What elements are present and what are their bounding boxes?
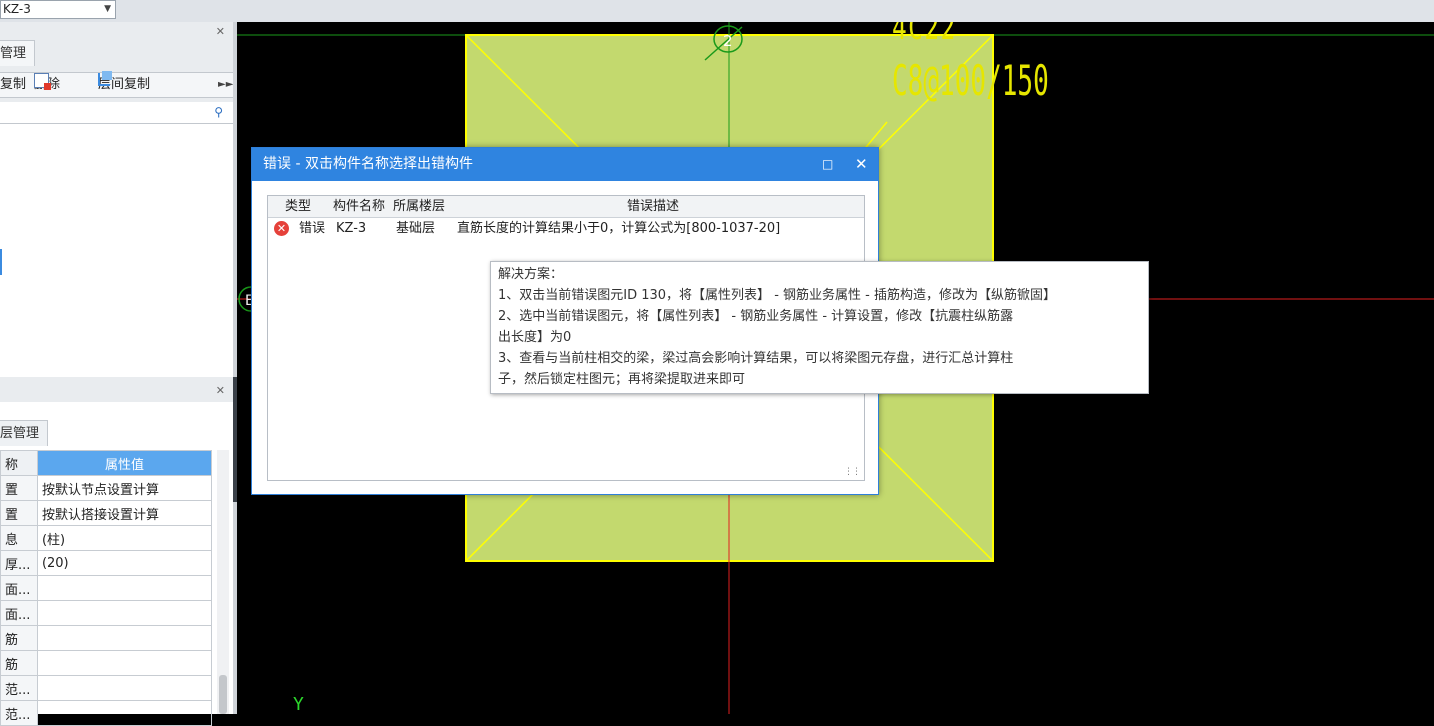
column-header-value: 属性值 — [36, 450, 213, 476]
rebar-top-text: 4C22 — [892, 22, 957, 48]
grid-header: 类型 构件名称 所属楼层 错误描述 — [268, 196, 864, 218]
tooltip-line: 出长度】为0 — [498, 330, 572, 345]
component-toolbar: 复制 删除 层间复制 ►► — [0, 71, 233, 98]
top-toolbar: KZ-3 ▼ — [0, 0, 1434, 23]
property-name: 息 — [0, 525, 38, 551]
table-row[interactable]: 筋 — [0, 650, 213, 676]
close-icon[interactable]: ✕ — [216, 25, 225, 38]
property-name: 范... — [0, 675, 38, 701]
search-icon[interactable]: ⚲ — [214, 105, 223, 119]
property-value[interactable] — [36, 625, 213, 651]
tooltip-line: 1、双击当前错误图元ID 130，将【属性列表】 - 钢筋业务属性 - 插筋构造… — [498, 288, 1056, 303]
property-value[interactable]: 按默认搭接设置计算 — [36, 500, 213, 526]
component-search-input[interactable]: ⚲ — [0, 102, 233, 124]
scrollbar-thumb[interactable] — [219, 675, 227, 714]
copy-label: 复制 — [0, 77, 27, 92]
property-value[interactable]: 按默认节点设置计算 — [36, 475, 213, 501]
tooltip-line: 2、选中当前错误图元，将【属性列表】 - 钢筋业务属性 - 计算设置，修改【抗震… — [498, 309, 1014, 324]
properties-table: 称 属性值 置按默认节点设置计算置按默认搭接设置计算息 (柱) 厚... (20) 面.… — [0, 450, 213, 726]
dialog-title: 错误 - 双击构件名称选择出错构件 — [263, 156, 473, 172]
maximize-icon[interactable]: □ — [822, 148, 833, 181]
tooltip-heading: 解决方案： — [498, 267, 564, 282]
rebar-stirrup-text: C8@100/150 — [892, 56, 1049, 105]
property-name: 筋 — [0, 650, 38, 676]
property-name: 筋 — [0, 625, 38, 651]
resize-grip-icon[interactable]: ⋮⋮ — [844, 467, 861, 477]
component-list[interactable] — [0, 124, 233, 377]
table-row[interactable]: 厚... (20) — [0, 550, 213, 576]
table-header: 称 属性值 — [0, 450, 213, 476]
property-name: 置 — [0, 475, 38, 501]
tab-layer-management[interactable]: 层管理 — [0, 420, 49, 446]
property-name: 面... — [0, 575, 38, 601]
copy-button[interactable]: 复制 — [0, 73, 26, 97]
property-value[interactable] — [36, 600, 213, 626]
tooltip-line: 子，然后锁定柱图元；再将梁提取进来即可 — [498, 372, 746, 387]
property-value[interactable] — [36, 650, 213, 676]
tab-label: 管理 — [0, 46, 27, 61]
component-select[interactable]: KZ-3 ▼ — [0, 0, 116, 19]
close-icon[interactable]: ✕ — [855, 148, 868, 181]
property-value[interactable] — [36, 700, 213, 726]
axis-y-label: Y — [293, 694, 304, 714]
list-selection-marker — [0, 249, 2, 275]
axis-bubble-label: 2 — [723, 32, 733, 50]
property-value[interactable]: (柱) — [36, 525, 213, 551]
delete-button[interactable]: 删除 — [34, 73, 60, 97]
table-row[interactable]: 置按默认搭接设置计算 — [0, 500, 213, 526]
chevron-down-icon[interactable]: ▼ — [104, 1, 111, 18]
property-name: 厚... — [0, 550, 38, 576]
col-type[interactable]: 类型 — [285, 196, 311, 217]
error-component: KZ-3 — [336, 221, 367, 236]
tab-component-management[interactable]: 管理 — [0, 40, 36, 66]
left-panels: ✕ 管理 复制 删除 层间复制 ►► ⚲ ✕ 层管理 称 属性值 置按默认节点设… — [0, 22, 233, 726]
properties-panel: 层管理 称 属性值 置按默认节点设置计算置按默认搭接设置计算息 (柱) 厚... (2… — [0, 402, 233, 726]
floor-copy-icon — [98, 71, 112, 86]
table-row[interactable]: 面... — [0, 600, 213, 626]
error-row[interactable]: ✕ 错误 KZ-3 基础层 直筋长度的计算结果小于0，计算公式为[800-103… — [268, 219, 864, 239]
table-row[interactable]: 范... — [0, 675, 213, 701]
property-value[interactable] — [36, 575, 213, 601]
property-value[interactable]: (20) — [36, 550, 213, 576]
column-header-name: 称 — [0, 450, 38, 476]
property-value[interactable] — [36, 675, 213, 701]
tab-label: 层管理 — [0, 426, 40, 441]
dialog-titlebar[interactable]: 错误 - 双击构件名称选择出错构件 — [252, 148, 878, 181]
table-row[interactable]: 息 (柱) — [0, 525, 213, 551]
table-row[interactable]: 置按默认节点设置计算 — [0, 475, 213, 501]
delete-icon — [34, 73, 51, 90]
close-icon[interactable]: ✕ — [216, 384, 225, 397]
property-name: 范... — [0, 700, 38, 726]
error-description: 直筋长度的计算结果小于0，计算公式为[800-1037-20] — [457, 221, 781, 236]
col-floor[interactable]: 所属楼层 — [393, 196, 445, 217]
property-name: 置 — [0, 500, 38, 526]
error-type: 错误 — [299, 221, 326, 236]
col-description[interactable]: 错误描述 — [627, 196, 679, 217]
tooltip-line: 3、查看与当前柱相交的梁，梁过高会影响计算结果，可以将梁图元存盘，进行汇总计算柱 — [498, 351, 1014, 366]
table-row[interactable]: 筋 — [0, 625, 213, 651]
floor-copy-button[interactable]: 层间复制 — [98, 71, 150, 97]
property-name: 面... — [0, 600, 38, 626]
error-floor: 基础层 — [396, 221, 436, 236]
more-icon[interactable]: ►► — [218, 73, 233, 97]
properties-scrollbar[interactable] — [217, 450, 229, 714]
table-row[interactable]: 面... — [0, 575, 213, 601]
solution-tooltip: 解决方案： 1、双击当前错误图元ID 130，将【属性列表】 - 钢筋业务属性 … — [490, 261, 1149, 394]
component-select-value: KZ-3 — [3, 2, 31, 16]
table-row[interactable]: 范... — [0, 700, 213, 726]
col-component[interactable]: 构件名称 — [333, 196, 385, 217]
